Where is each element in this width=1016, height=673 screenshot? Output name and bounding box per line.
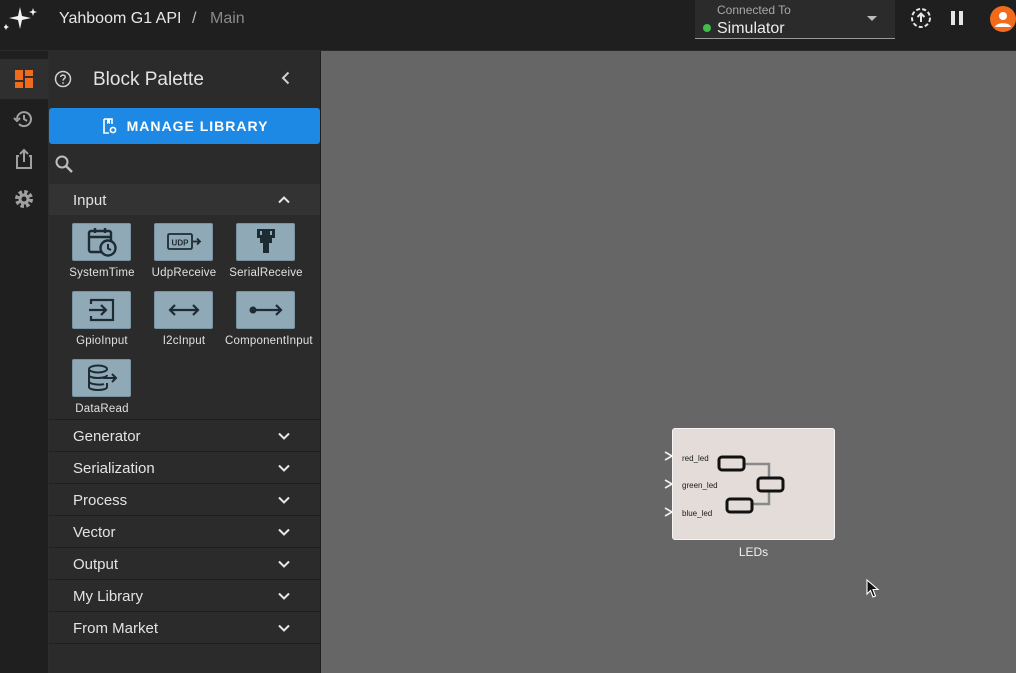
rail-item-settings[interactable] bbox=[0, 179, 48, 219]
mouse-cursor-icon bbox=[866, 579, 880, 598]
chevron-down-icon bbox=[278, 432, 290, 440]
library-icon bbox=[102, 118, 116, 134]
block-label: SystemTime bbox=[69, 267, 135, 279]
category-output[interactable]: Output bbox=[49, 548, 320, 580]
category-from-market[interactable]: From Market bbox=[49, 612, 320, 644]
block-serialreceive[interactable]: SerialReceive bbox=[225, 220, 307, 282]
block-tile bbox=[236, 223, 295, 261]
history-icon bbox=[13, 111, 32, 128]
top-bar: Yahboom G1 API / Main Connected To Simul… bbox=[0, 0, 1016, 51]
block-palette: Block Palette MANAGE LIBRARY Input Syste… bbox=[49, 51, 321, 673]
search-input[interactable] bbox=[79, 152, 314, 178]
block-tile bbox=[154, 291, 213, 329]
svg-text:UDP: UDP bbox=[171, 239, 189, 248]
block-i2cinput[interactable]: I2cInput bbox=[143, 288, 225, 350]
block-systemtime[interactable]: SystemTime bbox=[61, 220, 143, 282]
sync-icon[interactable] bbox=[909, 6, 933, 30]
help-icon[interactable] bbox=[54, 70, 72, 88]
udp-icon: UDP bbox=[166, 233, 201, 250]
block-tile bbox=[236, 291, 295, 329]
sparkle-logo-icon[interactable] bbox=[4, 4, 40, 34]
category-input[interactable]: Input bbox=[49, 184, 320, 216]
category-label: My Library bbox=[73, 588, 144, 605]
account-avatar[interactable] bbox=[990, 6, 1016, 32]
connection-value: Simulator bbox=[717, 20, 785, 37]
block-label: I2cInput bbox=[162, 335, 206, 347]
canvas-node-leds[interactable]: red_led green_led blue_led bbox=[664, 428, 835, 540]
category-serialization[interactable]: Serialization bbox=[49, 452, 320, 484]
block-label: GpioInput bbox=[76, 335, 128, 347]
dot-arrow-icon bbox=[249, 304, 283, 316]
block-tile bbox=[72, 359, 131, 397]
login-box-icon bbox=[88, 298, 114, 322]
manage-library-label: MANAGE LIBRARY bbox=[126, 118, 269, 134]
chevron-left-icon[interactable] bbox=[277, 69, 295, 87]
component-graph-icon bbox=[717, 455, 785, 514]
block-label: DataRead bbox=[75, 403, 129, 415]
block-label: UdpReceive bbox=[151, 267, 217, 279]
settings-icon bbox=[15, 190, 33, 208]
block-udpreceive[interactable]: UDP UdpReceive bbox=[143, 220, 225, 282]
category-generator[interactable]: Generator bbox=[49, 420, 320, 452]
category-label: Generator bbox=[73, 428, 141, 445]
calendar-clock-icon bbox=[87, 228, 117, 257]
chevron-up-icon bbox=[278, 196, 290, 204]
pause-icon[interactable] bbox=[945, 6, 969, 30]
breadcrumb-separator: / bbox=[192, 10, 197, 27]
block-label: ComponentInput bbox=[225, 335, 313, 347]
block-componentinput[interactable]: ComponentInput bbox=[225, 288, 313, 350]
category-label: Output bbox=[73, 556, 119, 573]
input-blocks-grid: SystemTime UDP UdpReceive SerialReceive … bbox=[49, 215, 320, 420]
breadcrumb-project[interactable]: Yahboom G1 API bbox=[59, 10, 181, 28]
input-port-arrow-icon[interactable] bbox=[664, 451, 674, 461]
export-icon bbox=[16, 148, 32, 169]
block-tile: UDP bbox=[154, 223, 213, 261]
category-label: Process bbox=[73, 492, 128, 509]
port-label: red_led bbox=[682, 454, 709, 463]
connection-status-dot bbox=[703, 24, 711, 32]
block-tile bbox=[72, 291, 131, 329]
left-rail bbox=[0, 51, 49, 673]
category-label: Serialization bbox=[73, 460, 155, 477]
chevron-down-icon bbox=[278, 592, 290, 600]
search-icon bbox=[55, 155, 73, 173]
database-arrow-icon bbox=[87, 364, 117, 391]
port-label: green_led bbox=[682, 481, 718, 490]
rail-item-history[interactable] bbox=[0, 99, 48, 139]
dashboard-icon bbox=[15, 70, 33, 88]
node-title: LEDs bbox=[738, 545, 769, 559]
connection-select[interactable]: Connected To Simulator bbox=[695, 0, 895, 39]
rail-item-export[interactable] bbox=[0, 139, 48, 179]
left-right-arrow-icon bbox=[167, 304, 200, 316]
caret-down-icon bbox=[867, 16, 877, 21]
category-vector[interactable]: Vector bbox=[49, 516, 320, 548]
port-label: blue_led bbox=[682, 509, 713, 518]
chevron-down-icon bbox=[278, 528, 290, 536]
chevron-down-icon bbox=[278, 464, 290, 472]
block-gpioinput[interactable]: GpioInput bbox=[61, 288, 143, 350]
chevron-down-icon bbox=[278, 496, 290, 504]
connection-label: Connected To bbox=[717, 3, 791, 17]
palette-header: Block Palette bbox=[49, 51, 320, 106]
manage-library-button[interactable]: MANAGE LIBRARY bbox=[49, 108, 320, 144]
chevron-down-icon bbox=[278, 560, 290, 568]
category-process[interactable]: Process bbox=[49, 484, 320, 516]
chevron-down-icon bbox=[278, 624, 290, 632]
account-icon bbox=[995, 12, 1011, 27]
input-port-arrow-icon[interactable] bbox=[664, 479, 674, 489]
block-label: SerialReceive bbox=[229, 267, 303, 279]
palette-title: Block Palette bbox=[93, 69, 204, 90]
block-dataread[interactable]: DataRead bbox=[61, 356, 143, 418]
category-label: From Market bbox=[73, 620, 159, 637]
palette-search bbox=[49, 148, 320, 182]
breadcrumb-page[interactable]: Main bbox=[210, 10, 245, 28]
category-label: Vector bbox=[73, 524, 116, 541]
category-label: Input bbox=[73, 192, 107, 209]
rail-item-dashboard[interactable] bbox=[0, 59, 48, 99]
serial-connector-icon bbox=[256, 229, 275, 253]
input-port-arrow-icon[interactable] bbox=[664, 507, 674, 517]
block-tile bbox=[72, 223, 131, 261]
category-my-library[interactable]: My Library bbox=[49, 580, 320, 612]
